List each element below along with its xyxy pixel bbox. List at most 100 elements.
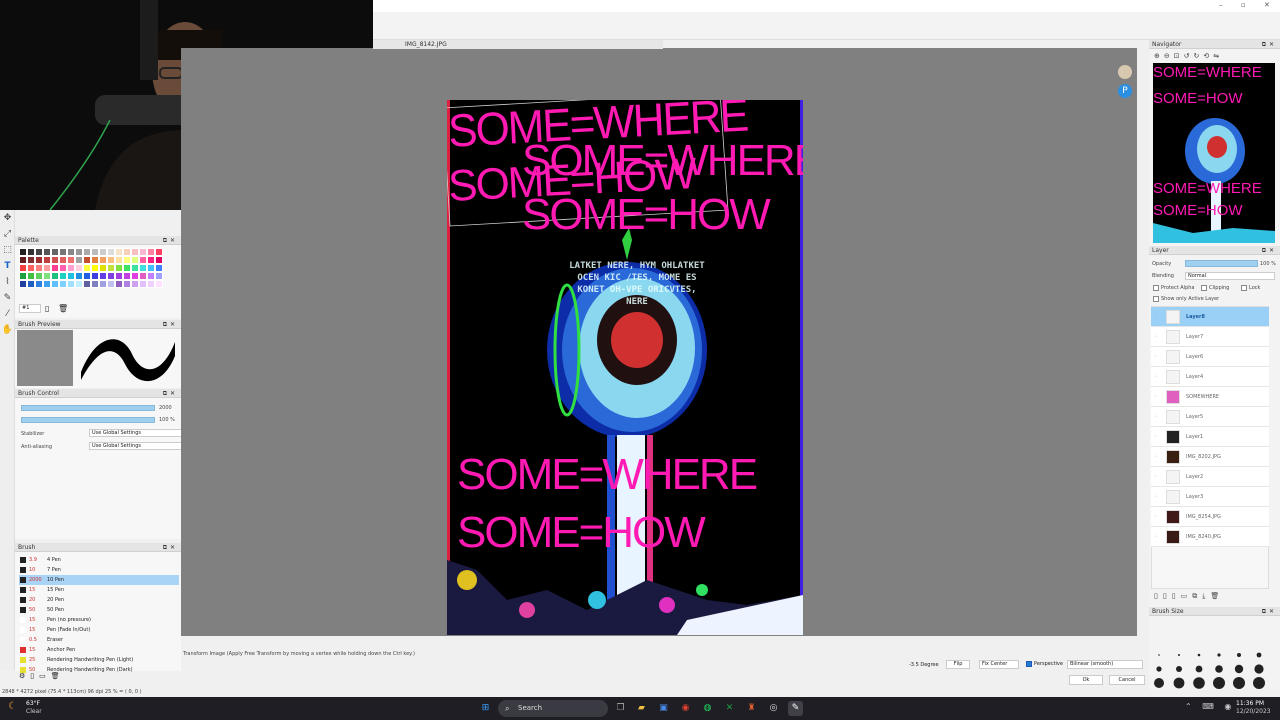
color-swatch[interactable] <box>27 256 35 264</box>
layer-row[interactable]: ◦ Layer1 <box>1151 427 1269 447</box>
pen-tool-icon[interactable]: ✎ <box>0 290 15 306</box>
new-palette-icon[interactable]: ▯ <box>45 304 49 313</box>
color-swatch[interactable] <box>75 256 83 264</box>
panel-controls-icon[interactable]: ⧉✕ <box>1262 246 1277 255</box>
color-swatch[interactable] <box>147 264 155 272</box>
color-swatch[interactable] <box>115 280 123 288</box>
flip-button[interactable]: Flip <box>946 660 970 669</box>
pixiv-icon[interactable]: P <box>1118 84 1132 98</box>
layer-visibility-icon[interactable]: ◦ <box>1154 447 1157 467</box>
layer-row[interactable]: ◦ IMG_8240.JPG <box>1151 527 1269 547</box>
layer-row[interactable]: ◦ SOMEWHERE <box>1151 387 1269 407</box>
brush-item[interactable]: 50 50 Pen <box>19 605 179 615</box>
color-swatch[interactable] <box>35 256 43 264</box>
new-folder-icon[interactable]: ▭ <box>1181 592 1193 600</box>
artwork-canvas[interactable]: LATKET NERE, HYM OHLATKET OCEN KIC /TES,… <box>447 100 803 635</box>
paint-app-icon[interactable]: ✎ <box>788 701 803 716</box>
color-swatch[interactable] <box>27 264 35 272</box>
brush-item[interactable]: 0.5 Eraser <box>19 635 179 645</box>
color-swatch[interactable] <box>99 272 107 280</box>
weather-icon[interactable]: ☾ <box>8 701 17 712</box>
color-swatch[interactable] <box>19 256 27 264</box>
perspective-checkbox[interactable] <box>1026 661 1032 667</box>
brush-item[interactable]: 3.9 4 Pen <box>19 555 179 565</box>
layer-visibility-icon[interactable]: ◦ <box>1154 327 1157 347</box>
color-swatch[interactable] <box>155 280 163 288</box>
select-tool-icon[interactable]: ⬚ <box>0 242 15 258</box>
zoom-in-icon[interactable]: ⊕ <box>1154 52 1164 60</box>
color-swatch[interactable] <box>107 272 115 280</box>
brush-opacity-slider[interactable] <box>21 417 155 423</box>
app-icon[interactable]: ▣ <box>656 701 671 716</box>
layer-visibility-icon[interactable]: ◦ <box>1154 387 1157 407</box>
minimize-icon[interactable]: – <box>1219 1 1223 9</box>
show-active-only-checkbox[interactable] <box>1153 296 1159 302</box>
color-swatch[interactable] <box>67 264 75 272</box>
color-swatch[interactable] <box>27 280 35 288</box>
color-swatch[interactable] <box>59 272 67 280</box>
color-swatch[interactable] <box>59 264 67 272</box>
color-swatch[interactable] <box>131 280 139 288</box>
rotate-reset-icon[interactable]: ⟲ <box>1203 52 1213 60</box>
panel-controls-icon[interactable]: ⧉✕ <box>163 236 178 245</box>
color-swatch[interactable] <box>115 248 123 256</box>
color-swatch[interactable] <box>19 248 27 256</box>
color-swatch[interactable] <box>75 248 83 256</box>
color-swatch[interactable] <box>75 272 83 280</box>
brush-settings-icon[interactable]: ⚙ <box>19 672 30 680</box>
duplicate-layer-icon[interactable]: ⧉ <box>1192 592 1202 600</box>
brush-item[interactable]: 15 15 Pen <box>19 585 179 595</box>
new-layer-icon[interactable]: ▯ <box>1154 592 1163 600</box>
layer-row[interactable]: ◦ Layer3 <box>1151 487 1269 507</box>
color-swatch[interactable] <box>67 272 75 280</box>
brush-size-dots[interactable] <box>1153 621 1277 689</box>
color-swatch[interactable] <box>107 248 115 256</box>
color-swatch[interactable] <box>139 256 147 264</box>
color-swatch[interactable] <box>51 272 59 280</box>
color-swatch[interactable] <box>83 280 91 288</box>
layer-row[interactable]: ◦ IMG_8254.JPG <box>1151 507 1269 527</box>
new-raster-icon[interactable]: ▯ <box>1163 592 1172 600</box>
color-swatch[interactable] <box>155 248 163 256</box>
clipping-checkbox[interactable] <box>1201 285 1207 291</box>
transform-tool-icon[interactable]: ⤢ <box>0 226 15 242</box>
taskbar-search[interactable]: ⌕ Search <box>498 700 608 717</box>
color-swatch[interactable] <box>147 248 155 256</box>
close-icon[interactable]: ✕ <box>1264 1 1270 9</box>
ok-button[interactable]: Ok <box>1069 675 1103 685</box>
layer-visibility-icon[interactable]: ◦ <box>1154 407 1157 427</box>
delete-layer-icon[interactable]: 🗑 <box>1210 592 1224 600</box>
layer-opacity-slider[interactable] <box>1185 260 1258 267</box>
rotation-angle-field[interactable]: -3.5 Degree <box>909 662 939 668</box>
color-swatch[interactable] <box>115 256 123 264</box>
interpolation-select[interactable]: Bilinear (smooth) <box>1067 660 1143 669</box>
color-swatch[interactable] <box>27 248 35 256</box>
color-swatch[interactable] <box>27 272 35 280</box>
color-swatch[interactable] <box>91 248 99 256</box>
color-swatch[interactable] <box>139 280 147 288</box>
flip-icon[interactable]: ⇋ <box>1213 52 1223 60</box>
color-swatch[interactable] <box>83 272 91 280</box>
color-swatch[interactable] <box>59 280 67 288</box>
color-swatch[interactable] <box>51 264 59 272</box>
cancel-button[interactable]: Cancel <box>1109 675 1145 685</box>
layer-row[interactable]: ◦ Layer6 <box>1151 347 1269 367</box>
color-swatch[interactable] <box>99 280 107 288</box>
panel-controls-icon[interactable]: ⧉✕ <box>1262 40 1277 49</box>
color-swatch[interactable] <box>43 264 51 272</box>
rotate-left-icon[interactable]: ↺ <box>1184 52 1194 60</box>
color-swatch[interactable] <box>19 280 27 288</box>
zoom-fit-icon[interactable]: ⊡ <box>1174 52 1184 60</box>
color-swatch[interactable] <box>155 264 163 272</box>
color-swatch[interactable] <box>59 256 67 264</box>
panel-controls-icon[interactable]: ⧉✕ <box>163 320 178 329</box>
color-swatch[interactable] <box>43 272 51 280</box>
color-swatch[interactable] <box>131 272 139 280</box>
brush-item[interactable]: 2000 10 Pen <box>19 575 179 585</box>
layer-row[interactable]: ◦ Layer2 <box>1151 467 1269 487</box>
document-tab[interactable]: IMG_8142.JPG <box>373 40 663 49</box>
color-swatch[interactable] <box>43 256 51 264</box>
color-swatch[interactable] <box>123 248 131 256</box>
chrome-icon[interactable]: ◉ <box>678 701 693 716</box>
color-swatch[interactable] <box>43 248 51 256</box>
